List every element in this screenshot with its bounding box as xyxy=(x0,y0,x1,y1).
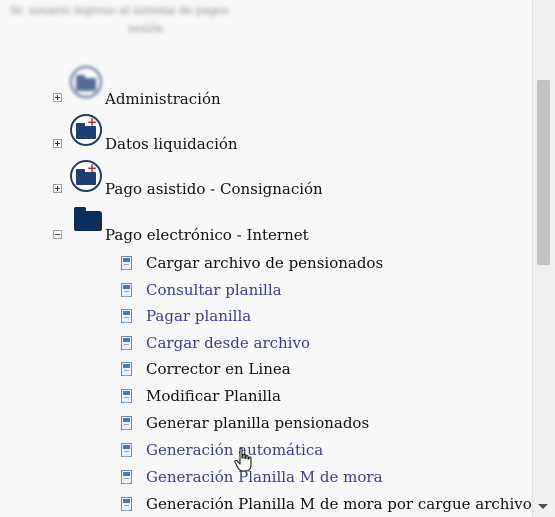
document-icon xyxy=(121,256,132,270)
folder-icon xyxy=(72,207,102,231)
menu-leaf-pagar-planilla[interactable]: Pagar planilla xyxy=(121,305,251,327)
leaf-label[interactable]: Modificar Planilla xyxy=(146,387,281,405)
leaf-label[interactable]: Pagar planilla xyxy=(146,307,251,325)
vertical-scrollbar[interactable] xyxy=(532,0,555,517)
scrollbar-thumb[interactable] xyxy=(537,80,550,265)
folder-plus-icon: + xyxy=(70,160,102,192)
tree-node-label[interactable]: Pago asistido - Consignación xyxy=(105,180,323,198)
document-icon xyxy=(121,470,132,484)
hand-cursor-icon xyxy=(234,447,252,472)
leaf-label[interactable]: Cargar archivo de pensionados xyxy=(146,254,383,272)
document-icon xyxy=(121,416,132,430)
menu-tree: Administración + Datos liquidación + Pag… xyxy=(0,0,532,517)
menu-leaf-generar-planilla-pensionados[interactable]: Generar planilla pensionados xyxy=(121,412,369,434)
expand-plus-icon[interactable] xyxy=(53,184,62,193)
menu-leaf-generacion-planilla-m-mora-cargue[interactable]: Generación Planilla M de mora por cargue… xyxy=(121,493,532,515)
document-icon xyxy=(121,362,132,376)
menu-leaf-cargar-desde-archivo[interactable]: Cargar desde archivo xyxy=(121,332,310,354)
leaf-label[interactable]: Generar planilla pensionados xyxy=(146,414,369,432)
menu-leaf-corrector-en-linea[interactable]: Corrector en Linea xyxy=(121,358,291,380)
document-icon xyxy=(121,497,132,511)
document-icon xyxy=(121,443,132,457)
menu-leaf-generacion-automatica[interactable]: Generación automática xyxy=(121,439,323,461)
tree-node-label[interactable]: Administración xyxy=(105,90,221,108)
menu-leaf-modificar-planilla[interactable]: Modificar Planilla xyxy=(121,385,281,407)
tree-node-label[interactable]: Pago electrónico - Internet xyxy=(105,226,309,244)
leaf-label[interactable]: Generación Planilla M de mora xyxy=(146,468,383,486)
menu-leaf-cargar-archivo-pensionados[interactable]: Cargar archivo de pensionados xyxy=(121,252,383,274)
leaf-label[interactable]: Corrector en Linea xyxy=(146,360,291,378)
collapse-minus-icon[interactable] xyxy=(53,230,62,239)
document-icon xyxy=(121,309,132,323)
document-icon xyxy=(121,283,132,297)
scroll-down-arrow-icon[interactable] xyxy=(538,504,548,509)
document-icon xyxy=(121,389,132,403)
folder-plus-icon: + xyxy=(70,114,102,146)
folder-plus-icon xyxy=(70,66,102,98)
expand-plus-icon[interactable] xyxy=(53,93,62,102)
expand-plus-icon[interactable] xyxy=(53,139,62,148)
document-icon xyxy=(121,336,132,350)
tree-node-label[interactable]: Datos liquidación xyxy=(105,135,238,153)
leaf-label[interactable]: Generación Planilla M de mora por cargue… xyxy=(146,495,532,513)
menu-leaf-consultar-planilla[interactable]: Consultar planilla xyxy=(121,279,282,301)
leaf-label[interactable]: Cargar desde archivo xyxy=(146,334,310,352)
leaf-label[interactable]: Consultar planilla xyxy=(146,281,282,299)
